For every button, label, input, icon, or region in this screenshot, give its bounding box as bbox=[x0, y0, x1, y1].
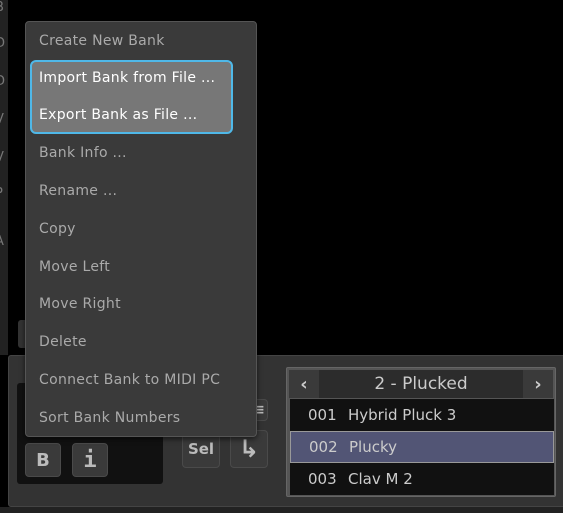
bank-title: 2 - Plucked bbox=[374, 374, 468, 394]
bank-header: ‹ 2 - Plucked › bbox=[289, 370, 553, 398]
left-strip: B D D V V P A bbox=[0, 0, 8, 355]
strip-letter: V bbox=[0, 112, 4, 127]
preset-list: 001 Hybrid Pluck 3 002 Plucky 003 Clav M 2 bbox=[290, 399, 554, 495]
bank-context-menu: Create New Bank Import Bank from File ..… bbox=[25, 21, 257, 437]
menu-item-create-new-bank[interactable]: Create New Bank bbox=[39, 22, 165, 60]
menu-item-bank-info[interactable]: Bank Info ... bbox=[39, 134, 127, 172]
info-button[interactable]: i bbox=[72, 443, 108, 477]
menu-item-copy[interactable]: Copy bbox=[39, 210, 76, 248]
menu-item-sort-bank-numbers[interactable]: Sort Bank Numbers bbox=[39, 399, 180, 437]
strip-letter: B bbox=[0, 0, 4, 15]
bottom-bar bbox=[0, 507, 563, 513]
preset-name: Clav M 2 bbox=[348, 470, 413, 488]
menu-item-connect-midi-pc[interactable]: Connect Bank to MIDI PC bbox=[39, 361, 220, 399]
menu-item-import-bank[interactable]: Import Bank from File ... bbox=[39, 59, 215, 97]
next-bank-button[interactable]: › bbox=[523, 370, 553, 398]
preset-browser: ‹ 2 - Plucked › 001 Hybrid Pluck 3 002 Plu… bbox=[286, 367, 556, 497]
preset-row-selected[interactable]: 002 Plucky bbox=[290, 431, 554, 463]
menu-item-rename[interactable]: Rename ... bbox=[39, 172, 117, 210]
chevron-left-icon: ‹ bbox=[300, 373, 308, 395]
strip-letter: D bbox=[0, 36, 6, 51]
menu-item-move-right[interactable]: Move Right bbox=[39, 285, 121, 323]
sel-label: Sel bbox=[187, 440, 215, 458]
strip-letter: V bbox=[0, 150, 4, 165]
bank-sort-button[interactable]: B bbox=[25, 443, 61, 477]
preset-number: 002 bbox=[309, 438, 338, 456]
preset-row[interactable]: 001 Hybrid Pluck 3 bbox=[290, 399, 554, 431]
preset-number: 003 bbox=[308, 470, 337, 488]
enter-arrow-icon: ↳ bbox=[238, 435, 260, 463]
chevron-right-icon: › bbox=[534, 373, 542, 395]
strip-letter: P bbox=[0, 186, 3, 201]
strip-letter: A bbox=[0, 234, 4, 249]
preset-number: 001 bbox=[308, 406, 337, 424]
bank-list-icon: B bbox=[36, 449, 50, 471]
preset-name: Plucky bbox=[349, 438, 397, 456]
menu-item-export-bank[interactable]: Export Bank as File ... bbox=[39, 96, 197, 134]
info-icon: i bbox=[83, 447, 97, 473]
preset-row[interactable]: 003 Clav M 2 bbox=[290, 463, 554, 495]
menu-item-move-left[interactable]: Move Left bbox=[39, 248, 110, 286]
prev-bank-button[interactable]: ‹ bbox=[289, 370, 319, 398]
menu-item-delete[interactable]: Delete bbox=[39, 323, 87, 361]
preset-name: Hybrid Pluck 3 bbox=[348, 406, 457, 424]
strip-letter: D bbox=[0, 74, 6, 89]
